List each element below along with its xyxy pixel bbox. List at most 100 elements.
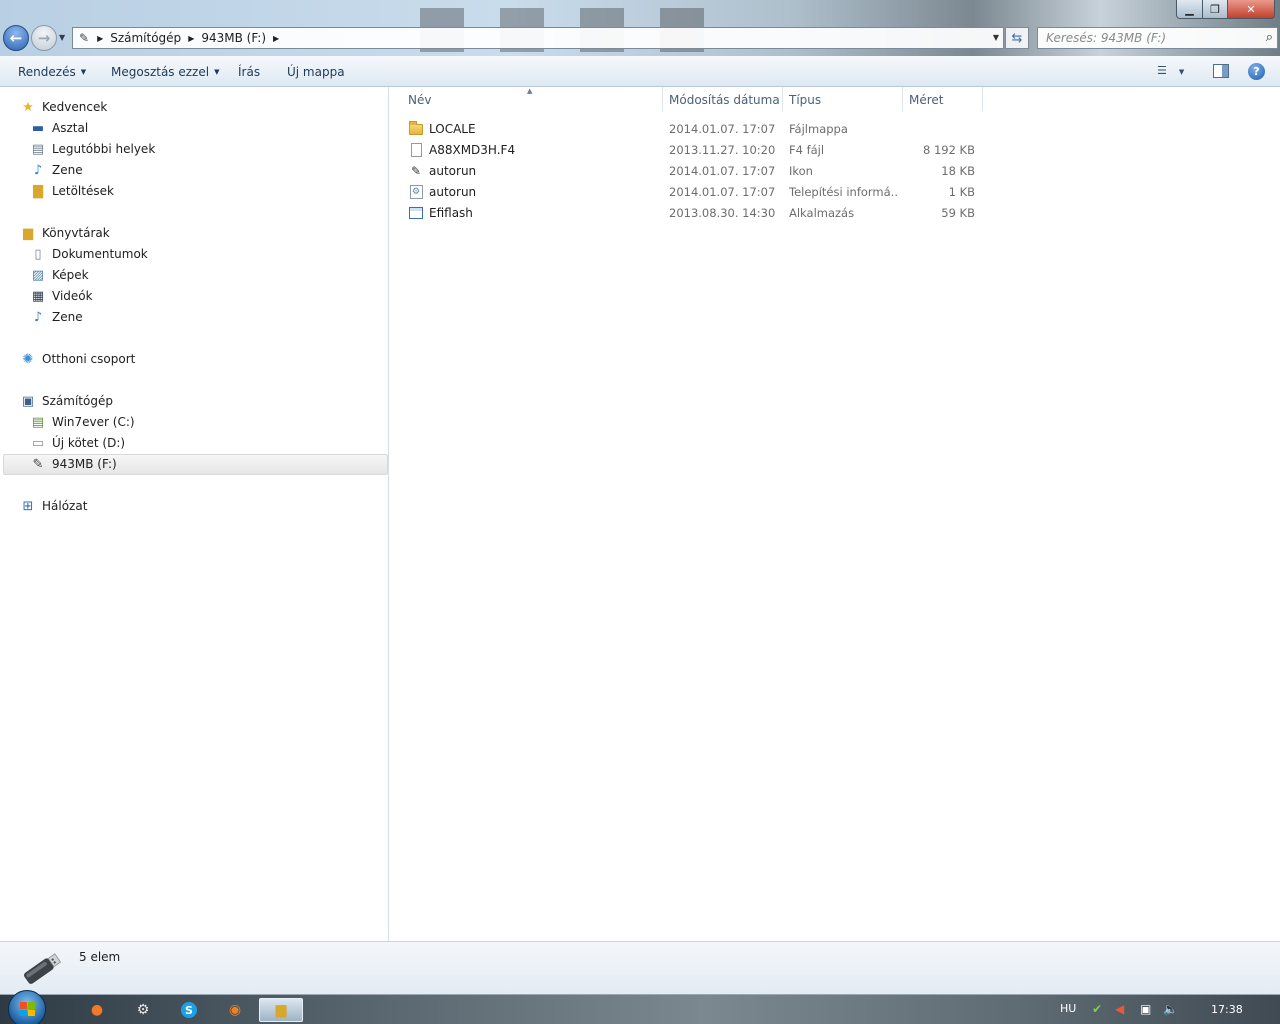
recent-pages-dropdown[interactable]: ▼: [59, 33, 65, 42]
nav-item-drive-c[interactable]: ▤ Win7ever (C:): [30, 412, 135, 432]
nav-item-desktop[interactable]: ▬ Asztal: [30, 118, 88, 138]
nav-item-drive-f[interactable]: ✎ 943MB (F:): [30, 454, 117, 474]
nav-label: Zene: [52, 163, 83, 177]
search-input[interactable]: Keresés: 943MB (F:) ⌕: [1037, 27, 1278, 49]
file-row[interactable]: Efiflash 2013.08.30. 14:30 Alkalmazás 59…: [408, 203, 978, 224]
taskbar-app-steam[interactable]: ⚙: [121, 998, 165, 1022]
nav-computer[interactable]: ▣ Számítógép: [20, 391, 113, 411]
nav-item-drive-d[interactable]: ▭ Új kötet (D:): [30, 433, 125, 453]
star-icon: ★: [22, 99, 34, 115]
item-count-status: 5 elem: [79, 950, 121, 964]
arrow-right-icon: →: [37, 29, 51, 47]
desktop-icon: ▬: [31, 120, 45, 136]
address-bar[interactable]: ✎ ▶ Számítógép ▶ 943MB (F:) ▶ ▼: [72, 27, 1004, 49]
column-divider[interactable]: [902, 87, 903, 111]
column-header-type[interactable]: Típus: [789, 93, 821, 109]
minimize-icon: ▁: [1185, 2, 1194, 16]
refresh-button[interactable]: ⇆: [1005, 27, 1029, 49]
media-player-icon: ●: [90, 1002, 104, 1018]
file-row[interactable]: ⚙ autorun 2014.01.07. 17:07 Telepítési i…: [408, 182, 978, 203]
file-date: 2013.11.27. 10:20: [669, 143, 776, 157]
change-view-button[interactable]: ☰ ▼: [1157, 64, 1195, 80]
nav-item-music-library[interactable]: ♪ Zene: [30, 307, 83, 327]
details-pane: 5 elem: [0, 941, 1280, 994]
nav-libraries[interactable]: ▆ Könyvtárak: [20, 223, 110, 243]
nav-label: Asztal: [52, 121, 89, 135]
file-name: autorun: [429, 164, 477, 178]
column-divider[interactable]: [662, 87, 663, 111]
preview-pane-button[interactable]: [1213, 64, 1229, 78]
steam-icon: ⚙: [136, 1002, 150, 1018]
close-icon: ✕: [1246, 2, 1256, 16]
burn-button[interactable]: Írás: [238, 65, 260, 79]
skype-icon: S: [181, 1002, 197, 1018]
application-icon: [408, 205, 424, 221]
column-header-date[interactable]: Módosítás dátuma: [669, 93, 780, 109]
nav-homegroup[interactable]: ✺ Otthoni csoport: [20, 349, 136, 369]
nav-item-recent-places[interactable]: ▤ Legutóbbi helyek: [30, 139, 155, 159]
maximize-button[interactable]: ❐: [1202, 0, 1228, 19]
file-row[interactable]: A88XMD3H.F4 2013.11.27. 10:20 F4 fájl 8 …: [408, 140, 978, 161]
nav-item-documents[interactable]: ▯ Dokumentumok: [30, 244, 147, 264]
file-row[interactable]: LOCALE 2014.01.07. 17:07 Fájlmappa: [408, 119, 978, 140]
nav-item-videos[interactable]: ▦ Videók: [30, 286, 93, 306]
search-icon[interactable]: ⌕: [1266, 30, 1273, 45]
taskbar-app-explorer[interactable]: ▆: [259, 998, 303, 1022]
address-history-dropdown[interactable]: ▼: [993, 33, 999, 42]
close-button[interactable]: ✕: [1227, 0, 1275, 19]
usb-drive-icon: ✎: [79, 31, 90, 45]
column-divider[interactable]: [782, 87, 783, 111]
command-bar: Rendezés ▼ Megosztás ezzel ▼ Írás Új mappa: [0, 56, 1280, 87]
file-type: Alkalmazás: [789, 206, 855, 220]
volume-icon[interactable]: 🔈: [1163, 1002, 1178, 1016]
new-folder-button[interactable]: Új mappa: [287, 65, 345, 79]
file-size: 1 KB: [948, 185, 975, 199]
nav-network[interactable]: ⊞ Hálózat: [20, 496, 88, 516]
share-with-button[interactable]: Megosztás ezzel ▼: [111, 65, 219, 79]
taskbar-app-firefox[interactable]: ◉: [213, 998, 257, 1022]
nav-label: Otthoni csoport: [42, 352, 136, 366]
nav-item-pictures[interactable]: ▨ Képek: [30, 265, 89, 285]
column-header-name[interactable]: Név: [408, 93, 431, 109]
file-size: 18 KB: [941, 164, 975, 178]
folder-icon: [408, 120, 424, 137]
windows-logo-icon: [20, 1002, 35, 1016]
minimize-button[interactable]: ▁: [1176, 0, 1203, 19]
nav-label: Win7ever (C:): [52, 415, 135, 429]
column-divider[interactable]: [982, 87, 983, 111]
chevron-right-icon[interactable]: ▶: [97, 34, 103, 43]
file-row[interactable]: ✎ autorun 2014.01.07. 17:07 Ikon 18 KB: [408, 161, 978, 182]
help-button[interactable]: ?: [1248, 63, 1265, 80]
clock[interactable]: 17:38: [1211, 1003, 1243, 1016]
search-placeholder: Keresés: 943MB (F:): [1046, 31, 1167, 45]
music-icon: ♪: [33, 162, 43, 178]
security-tray-icon[interactable]: ✔: [1092, 1002, 1102, 1016]
organize-button[interactable]: Rendezés ▼: [18, 65, 86, 79]
chevron-down-icon: ▼: [1178, 68, 1185, 76]
nav-favorites[interactable]: ★ Kedvencek: [20, 97, 107, 117]
taskbar-app-media-player[interactable]: ●: [75, 998, 119, 1022]
nav-item-music[interactable]: ♪ Zene: [30, 160, 83, 180]
chevron-right-icon[interactable]: ▶: [273, 34, 279, 43]
file-name: autorun: [429, 185, 477, 199]
breadcrumb-computer[interactable]: Számítógép: [110, 31, 181, 45]
back-button[interactable]: ←: [3, 25, 29, 51]
file-type: Fájlmappa: [789, 122, 848, 136]
column-header-size[interactable]: Méret: [909, 93, 944, 109]
breadcrumb-drive[interactable]: 943MB (F:): [201, 31, 266, 45]
chevron-down-icon: ▼: [80, 68, 87, 76]
language-indicator[interactable]: HU: [1060, 1002, 1076, 1015]
nav-label: Hálózat: [42, 499, 88, 513]
videos-icon: ▦: [31, 288, 45, 304]
arrow-left-icon: ←: [9, 29, 23, 47]
start-button[interactable]: [8, 990, 46, 1024]
chevron-right-icon[interactable]: ▶: [188, 34, 194, 43]
taskbar-app-skype[interactable]: S: [167, 998, 211, 1022]
network-tray-icon[interactable]: ▣: [1140, 1002, 1151, 1016]
nav-item-downloads[interactable]: ▇ Letöltések: [30, 181, 114, 201]
nav-label: Kedvencek: [42, 100, 108, 114]
forward-button[interactable]: →: [31, 25, 57, 51]
flag-tray-icon[interactable]: ◀: [1115, 1002, 1124, 1016]
file-type: F4 fájl: [789, 143, 825, 157]
usb-drive-icon: [23, 953, 62, 984]
